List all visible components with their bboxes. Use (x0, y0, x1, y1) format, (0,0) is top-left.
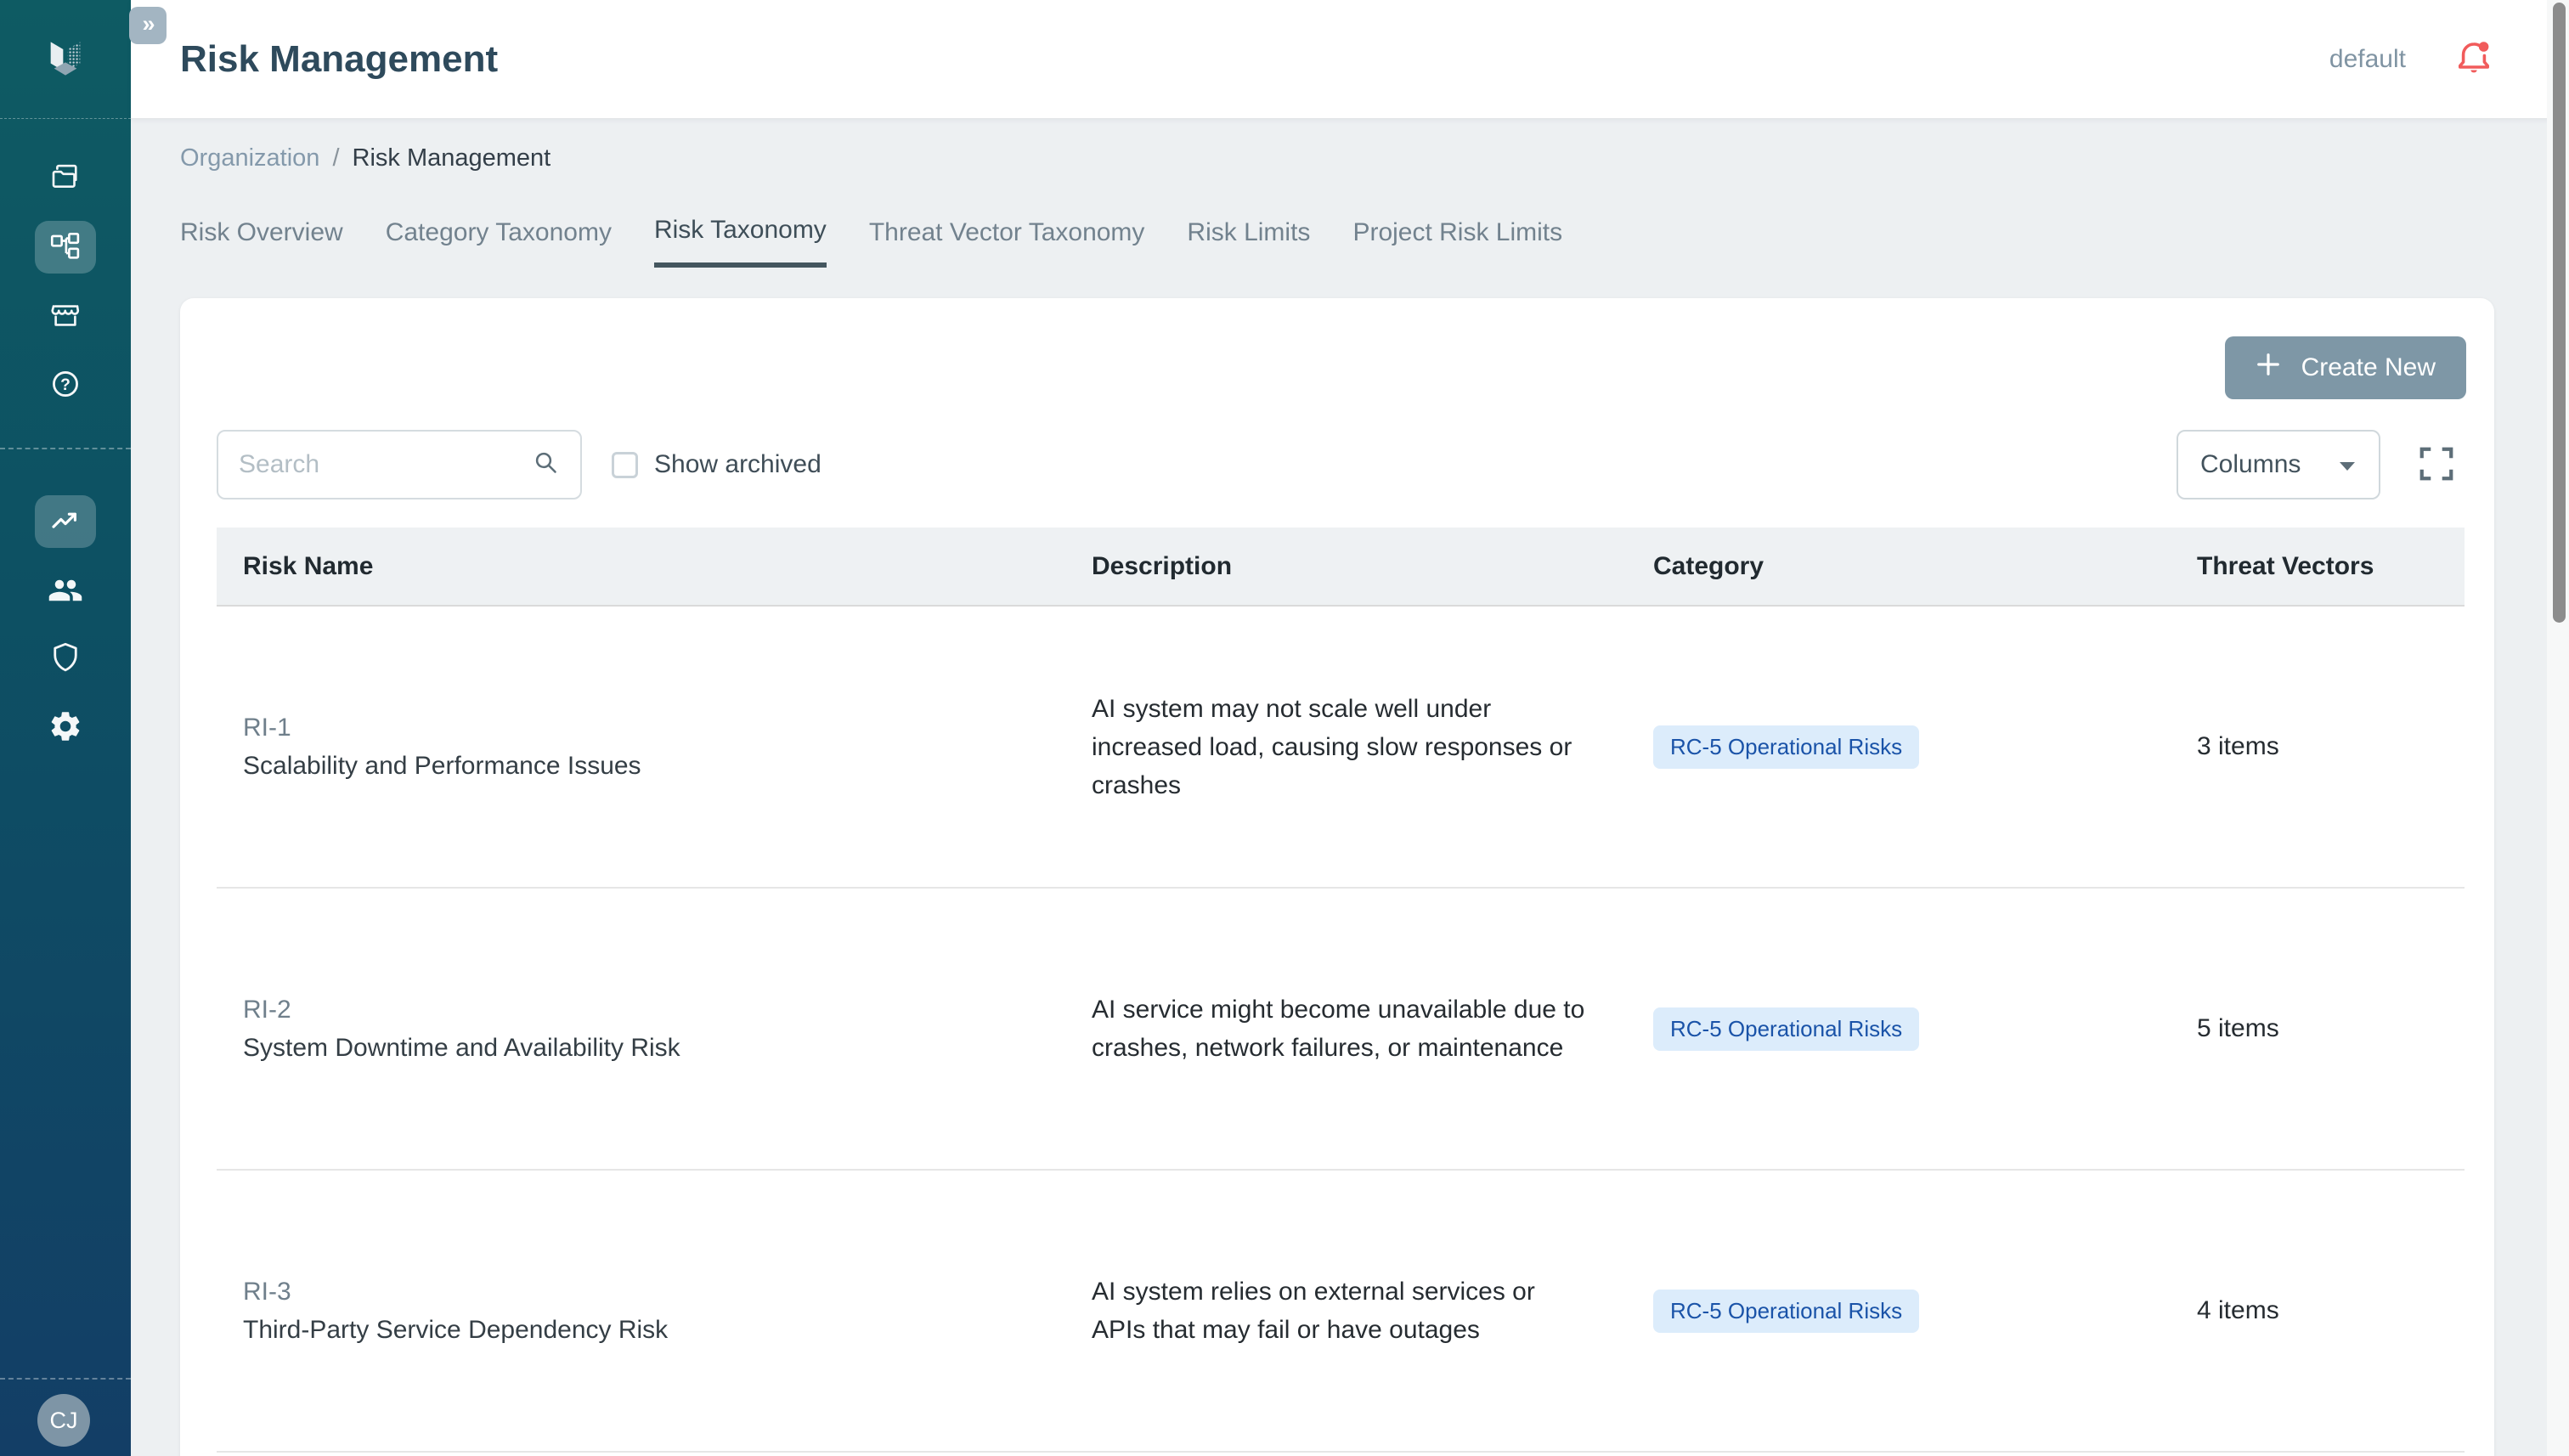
tab-project-risk-limits[interactable]: Project Risk Limits (1352, 216, 1562, 268)
sidebar-item-security[interactable] (35, 631, 96, 684)
category-chip[interactable]: RC-5 Operational Risks (1653, 1007, 1919, 1051)
help-icon: ? (48, 366, 83, 402)
content: Organization / Risk Management Risk Over… (131, 119, 2569, 1456)
sidebar-item-help[interactable]: ? (35, 358, 96, 410)
category-chip[interactable]: RC-5 Operational Risks (1653, 725, 1919, 769)
sidebar-divider (0, 448, 131, 449)
fullscreen-icon (2417, 473, 2456, 486)
sidebar-item-users[interactable] (35, 564, 96, 617)
threat-vectors-count: 5 items (2171, 1014, 2465, 1043)
show-archived-checkbox[interactable] (612, 452, 638, 478)
scrollbar-thumb[interactable] (2553, 3, 2566, 623)
search-icon (531, 448, 562, 483)
category-chip[interactable]: RC-5 Operational Risks (1653, 1290, 1919, 1333)
settings-gear-icon (48, 708, 83, 744)
breadcrumb-link-organization[interactable]: Organization (180, 144, 319, 172)
tab-threat-vector-taxonomy[interactable]: Threat Vector Taxonomy (869, 216, 1145, 268)
risk-description: AI system may not scale well under incre… (1065, 690, 1627, 804)
tab-risk-overview[interactable]: Risk Overview (180, 216, 343, 268)
risk-name-cell: RI-3 Third-Party Service Dependency Risk (217, 1273, 1065, 1349)
sidebar-header-divider (0, 118, 131, 119)
col-header-threat-vectors: Threat Vectors (2171, 552, 2465, 581)
columns-dropdown[interactable]: Columns (2177, 430, 2380, 499)
show-archived-toggle[interactable]: Show archived (612, 430, 822, 499)
table-row[interactable]: RI-1 Scalability and Performance Issues … (217, 607, 2465, 889)
avatar[interactable]: CJ (37, 1394, 90, 1447)
risk-name-cell: RI-1 Scalability and Performance Issues (217, 708, 1065, 785)
tab-risk-taxonomy[interactable]: Risk Taxonomy (654, 216, 827, 268)
chevron-down-icon (2338, 450, 2357, 479)
tab-risk-limits[interactable]: Risk Limits (1187, 216, 1310, 268)
table-row[interactable]: RI-2 System Downtime and Availability Ri… (217, 889, 2465, 1171)
sidebar-item-taxonomy[interactable] (35, 221, 96, 274)
show-archived-label: Show archived (654, 450, 822, 479)
table-row[interactable]: RI-3 Third-Party Service Dependency Risk… (217, 1171, 2465, 1453)
sidebar-expand-button[interactable]: » (129, 7, 167, 44)
notifications-button[interactable] (2453, 39, 2494, 80)
search-box (217, 430, 582, 499)
risk-name: Third-Party Service Dependency Risk (243, 1311, 1065, 1349)
plus-icon (2256, 352, 2281, 384)
fullscreen-button[interactable] (2417, 444, 2456, 483)
tab-bar: Risk Overview Category Taxonomy Risk Tax… (180, 216, 1562, 268)
environment-label[interactable]: default (2329, 45, 2406, 74)
sidebar-item-metrics[interactable] (35, 495, 96, 548)
breadcrumb: Organization / Risk Management (180, 144, 550, 172)
sidebar-item-workspaces[interactable] (35, 152, 96, 205)
people-icon (48, 573, 83, 608)
folder-copy-icon (48, 161, 83, 196)
risk-taxonomy-card: Create New Show archived Columns (180, 298, 2494, 1456)
page-title: Risk Management (180, 38, 498, 81)
create-new-label: Create New (2301, 353, 2436, 382)
notification-bell-icon (2453, 37, 2494, 81)
workflow-schema-icon (48, 229, 83, 265)
trending-up-icon (48, 504, 83, 539)
category-cell: RC-5 Operational Risks (1627, 1007, 2171, 1051)
risk-name-cell: RI-2 System Downtime and Availability Ri… (217, 990, 1065, 1067)
sidebar-bottom-divider (0, 1378, 131, 1380)
breadcrumb-current: Risk Management (353, 144, 551, 172)
create-new-button[interactable]: Create New (2225, 336, 2466, 399)
risk-name: Scalability and Performance Issues (243, 747, 1065, 785)
columns-label: Columns (2200, 450, 2301, 479)
table-header-row: Risk Name Description Category Threat Ve… (217, 528, 2465, 607)
risk-code: RI-2 (243, 990, 1065, 1029)
col-header-description: Description (1065, 552, 1627, 581)
category-cell: RC-5 Operational Risks (1627, 1290, 2171, 1333)
sidebar-item-marketplace[interactable] (35, 289, 96, 341)
storefront-icon (48, 297, 83, 333)
risk-code: RI-1 (243, 708, 1065, 747)
search-input[interactable] (239, 450, 531, 479)
shield-icon (48, 640, 83, 675)
svg-text:?: ? (60, 376, 71, 394)
sidebar-item-settings[interactable] (35, 700, 96, 753)
page: ? (0, 0, 2569, 1456)
risk-table: Risk Name Description Category Threat Ve… (217, 528, 2465, 1453)
col-header-risk-name: Risk Name (217, 552, 1065, 581)
threat-vectors-count: 4 items (2171, 1296, 2465, 1325)
topbar: Risk Management default (131, 0, 2569, 119)
topbar-right: default (2329, 39, 2494, 80)
risk-code: RI-3 (243, 1273, 1065, 1311)
risk-name: System Downtime and Availability Risk (243, 1029, 1065, 1067)
sidebar: ? (0, 0, 131, 1456)
risk-description: AI service might become unavailable due … (1065, 990, 1627, 1067)
breadcrumb-separator: / (332, 144, 339, 172)
app-logo-cube-icon (38, 31, 93, 85)
col-header-category: Category (1627, 552, 2171, 581)
tab-category-taxonomy[interactable]: Category Taxonomy (386, 216, 612, 268)
category-cell: RC-5 Operational Risks (1627, 725, 2171, 769)
threat-vectors-count: 3 items (2171, 732, 2465, 761)
risk-description: AI system relies on external services or… (1065, 1273, 1627, 1349)
